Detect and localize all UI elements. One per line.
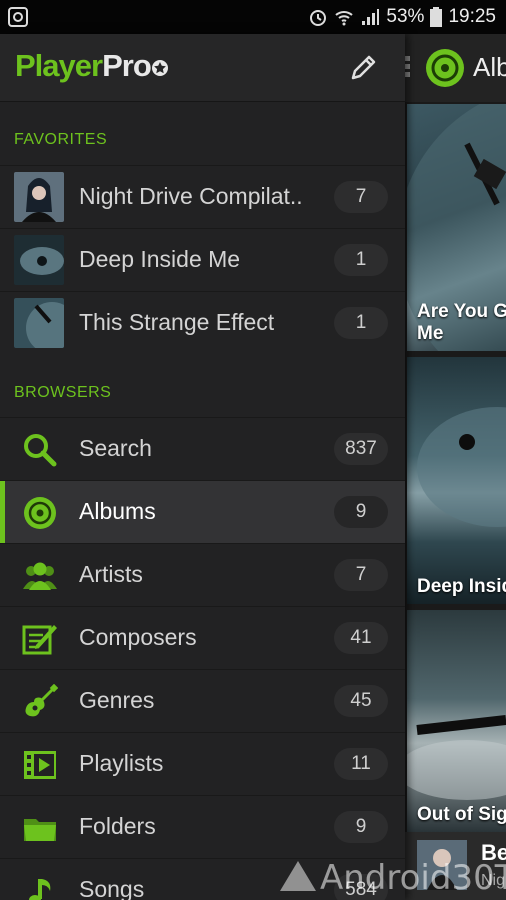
- item-count-badge: 1: [334, 244, 388, 276]
- artists-icon: [23, 562, 57, 590]
- browser-label: Playlists: [79, 750, 164, 776]
- item-count-badge: 41: [334, 622, 388, 654]
- browser-label: Folders: [79, 813, 156, 839]
- album-caption: Deep Insid: [417, 576, 506, 597]
- album-tile[interactable]: Deep Insid: [407, 357, 506, 604]
- album-grid-panel: Albums Are You Go Me Deep Insid Out of S…: [405, 34, 506, 900]
- item-count-badge: 9: [334, 811, 388, 843]
- app-logo-icon[interactable]: [425, 48, 465, 88]
- item-count-badge: 7: [334, 559, 388, 591]
- browser-label: Artists: [79, 561, 143, 587]
- content-toolbar: Albums: [405, 34, 506, 102]
- watermark-logo-icon: [280, 861, 316, 891]
- battery-icon: [430, 7, 443, 27]
- screenshot-notification-icon: [8, 7, 28, 27]
- album-thumbnail: [14, 235, 64, 285]
- item-count-badge: 11: [334, 748, 388, 780]
- album-tile[interactable]: Are You Go Me: [407, 104, 506, 351]
- wifi-icon: [335, 11, 354, 26]
- battery-percent: 53%: [386, 6, 425, 27]
- browser-label: Genres: [79, 687, 155, 713]
- clock: 19:25: [448, 6, 496, 27]
- browser-item-artists[interactable]: Artists 7: [0, 543, 405, 606]
- search-icon: [24, 434, 57, 467]
- app-brand-logo: PlayerPro: [15, 48, 168, 84]
- album-thumbnail: [14, 298, 64, 348]
- guitar-icon: [25, 684, 58, 717]
- favorite-label: Night Drive Compilat..: [79, 183, 303, 209]
- favorite-item[interactable]: Deep Inside Me 1: [0, 228, 405, 291]
- playlist-thumbnail: [14, 172, 64, 222]
- album-tile[interactable]: Out of Sig: [407, 610, 506, 832]
- favorite-label: This Strange Effect: [79, 309, 275, 335]
- album-art: [417, 407, 506, 527]
- favorite-item[interactable]: This Strange Effect 1: [0, 291, 405, 354]
- item-count-badge: 7: [334, 181, 388, 213]
- star-icon: [151, 60, 168, 76]
- browser-label: Albums: [79, 498, 156, 524]
- item-count-badge: 1: [334, 307, 388, 339]
- favorites-section-header: FAVORITES: [14, 131, 108, 148]
- album-icon: [24, 497, 56, 529]
- folder-icon: [24, 819, 56, 841]
- album-caption: Out of Sig: [417, 804, 506, 825]
- signal-icon: [362, 9, 380, 25]
- status-bar: 53% 19:25: [0, 0, 506, 34]
- content-title: Albums: [473, 52, 506, 82]
- favorite-item[interactable]: Night Drive Compilat.. 7: [0, 165, 405, 228]
- alarm-icon: [310, 10, 327, 26]
- item-count-badge: 45: [334, 685, 388, 717]
- favorite-label: Deep Inside Me: [79, 246, 241, 272]
- browser-label: Composers: [79, 624, 197, 650]
- playlist-icon: [24, 751, 56, 779]
- music-note-icon: [29, 879, 51, 900]
- navigation-drawer: PlayerPro FAVORITES Night Drive Compilat…: [0, 34, 405, 900]
- browser-item-composers[interactable]: Composers 41: [0, 606, 405, 669]
- browser-item-playlists[interactable]: Playlists 11: [0, 732, 405, 795]
- browser-label: Songs: [79, 876, 145, 900]
- drawer-grip-icon[interactable]: [405, 56, 411, 78]
- browser-item-search[interactable]: Search 837: [0, 417, 405, 480]
- browser-item-albums[interactable]: Albums 9: [0, 480, 405, 544]
- composers-icon: [22, 625, 57, 655]
- browser-item-genres[interactable]: Genres 45: [0, 669, 405, 732]
- album-art: [407, 715, 506, 800]
- browser-label: Search: [79, 435, 152, 461]
- item-count-badge: 837: [334, 433, 388, 465]
- edit-pencil-icon[interactable]: [349, 52, 379, 82]
- active-indicator: [0, 481, 5, 544]
- item-count-badge: 9: [334, 496, 388, 528]
- browser-item-folders[interactable]: Folders 9: [0, 795, 405, 858]
- drawer-header: PlayerPro: [0, 34, 405, 102]
- watermark: Android30T: [280, 858, 506, 898]
- album-caption: Are You Go Me: [417, 301, 506, 344]
- browsers-section-header: BROWSERS: [14, 384, 112, 401]
